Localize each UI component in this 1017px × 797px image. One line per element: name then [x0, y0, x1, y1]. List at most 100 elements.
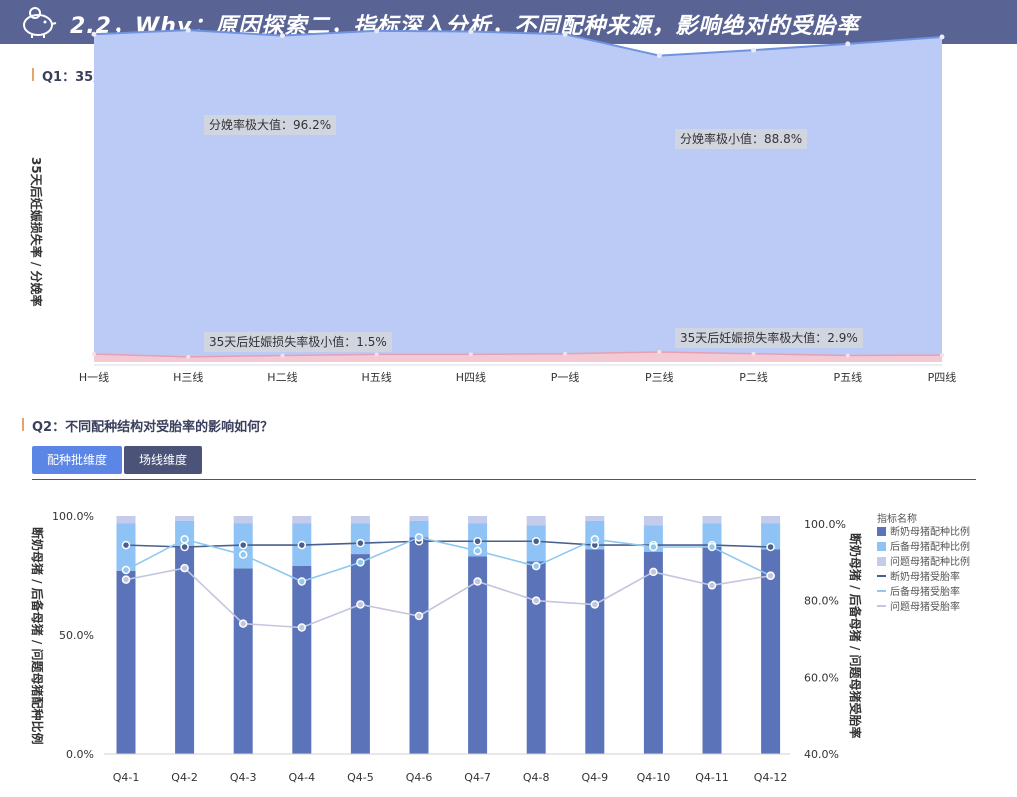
weaned-rate-point	[473, 537, 482, 546]
combo-chart-xtick: Q4-3	[230, 771, 257, 784]
farrow-point	[939, 34, 945, 40]
problem-rate-point	[766, 571, 775, 580]
weaned-rate-point	[297, 540, 307, 550]
area-chart-xtick: H一线	[79, 370, 109, 384]
problem-bar	[350, 516, 370, 524]
farrow-rate-area	[94, 30, 942, 363]
legend-item[interactable]: 断奶母猪受胎率	[890, 570, 960, 583]
problem-rate-point	[121, 575, 131, 584]
gilt-rate-point	[180, 535, 189, 544]
weaned-rate-point	[180, 542, 189, 552]
legend-item[interactable]: 断奶母猪配种比例	[890, 525, 970, 538]
problem-rate-point	[707, 581, 717, 590]
gilt-rate-point	[649, 542, 658, 552]
area-chart: 35天后妊娠损失率 / 分娩率 H一线 H三线 H二线 H五线 H四线 P一线 P三线 P二线…	[29, 27, 957, 384]
area-chart-xtick: H二线	[267, 370, 297, 384]
q2-title: Q2：不同配种结构对受胎率的影响如何？	[22, 416, 273, 435]
weaned-bar	[702, 546, 722, 754]
combo-chart-left-ylabel: 断奶母猪 / 后备母猪 / 问题母猪配种比例	[30, 527, 45, 744]
gilt-rate-point	[297, 577, 307, 586]
right-ytick: 100.0%	[804, 518, 846, 531]
problem-bar	[468, 516, 488, 524]
farrow-point	[656, 53, 662, 59]
combo-chart-xtick: Q4-9	[581, 771, 608, 784]
problem-rate-point	[473, 577, 482, 586]
problem-bar	[761, 516, 781, 524]
left-ytick: 100.0%	[52, 510, 94, 523]
area-chart-xtick: P一线	[551, 370, 580, 384]
problem-rate-line	[125, 567, 771, 629]
legend-swatch	[877, 527, 886, 536]
right-ytick: 60.0%	[804, 671, 839, 684]
loss-point	[657, 349, 662, 354]
farrow-point	[374, 28, 380, 34]
legend-item[interactable]: 后备母猪受胎率	[890, 585, 960, 598]
tab-divider	[32, 479, 976, 480]
weaned-rate-point	[121, 540, 131, 550]
weaned-rate-point	[766, 542, 775, 552]
farrow-point	[468, 28, 474, 34]
problem-bar	[409, 516, 429, 521]
problem-bar	[292, 516, 312, 524]
max-loss-label: 35天后妊娠损失率极大值：2.9%	[680, 330, 858, 345]
legend-item[interactable]: 问题母猪配种比例	[890, 555, 970, 568]
area-chart-xtick: P三线	[645, 370, 674, 384]
gilt-bar	[350, 523, 370, 555]
right-ytick: 40.0%	[804, 748, 839, 761]
farrow-point	[279, 33, 285, 39]
weaned-bar	[526, 561, 546, 754]
area-chart-xtick: P四线	[928, 370, 957, 384]
problem-rate-point	[590, 600, 600, 609]
gilt-rate-point	[531, 561, 541, 571]
left-ytick: 0.0%	[66, 748, 94, 761]
area-chart-ylabel: 35天后妊娠损失率 / 分娩率	[29, 157, 44, 306]
problem-rate-point	[180, 563, 189, 573]
problem-bar	[702, 516, 722, 524]
weaned-bar	[292, 565, 312, 754]
weaned-bar	[116, 570, 136, 754]
loss-point	[563, 351, 568, 356]
problem-bar	[116, 516, 136, 524]
area-chart-xtick: H四线	[456, 370, 486, 384]
loss-point	[280, 353, 285, 358]
gilt-rate-point	[473, 546, 482, 556]
problem-bar	[175, 516, 195, 521]
combo-chart-xtick: Q4-11	[695, 771, 729, 784]
combo-chart-xtick: Q4-4	[288, 771, 315, 784]
farrow-point	[562, 31, 568, 37]
right-ytick: 80.0%	[804, 595, 839, 608]
problem-rate-point	[414, 611, 424, 621]
problem-rate-point	[297, 623, 307, 632]
weaned-rate-point	[238, 540, 248, 550]
max-farrow-label: 分娩率极大值：96.2%	[209, 117, 331, 132]
legend-item[interactable]: 问题母猪受胎率	[890, 600, 960, 613]
tab-batch-dimension[interactable]: 配种批维度	[32, 446, 122, 474]
area-chart-xtick: H三线	[173, 370, 203, 384]
combo-chart-xtick: Q4-10	[637, 771, 671, 784]
tab-line-dimension[interactable]: 场线维度	[124, 446, 202, 474]
combo-chart-xtick: Q4-5	[347, 771, 374, 784]
weaned-bar	[175, 546, 195, 754]
loss-point	[92, 352, 96, 357]
gilt-rate-point	[238, 550, 248, 559]
problem-rate-point	[356, 600, 365, 609]
legend-swatch	[877, 557, 886, 566]
farrow-point	[845, 41, 851, 47]
loss-point	[940, 353, 944, 358]
combo-chart: 断奶母猪 / 后备母猪 / 问题母猪配种比例 断奶母猪 / 后备母猪 / 问题母…	[30, 510, 970, 784]
gilt-rate-point	[707, 542, 717, 552]
weaned-rate-point	[356, 538, 365, 548]
combo-chart-xtick: Q4-1	[113, 771, 140, 784]
combo-chart-xtick: Q4-7	[464, 771, 491, 784]
loss-point	[374, 352, 379, 357]
gilt-rate-line	[125, 536, 771, 583]
weaned-bar	[585, 549, 605, 754]
legend-item[interactable]: 后备母猪配种比例	[890, 540, 970, 553]
farrow-point	[751, 47, 757, 53]
gilt-rate-point	[121, 565, 131, 575]
farrow-point	[185, 27, 191, 33]
problem-bar	[585, 516, 605, 521]
problem-rate-point	[649, 567, 658, 577]
left-ytick: 50.0%	[59, 629, 94, 642]
weaned-bar	[350, 554, 370, 754]
